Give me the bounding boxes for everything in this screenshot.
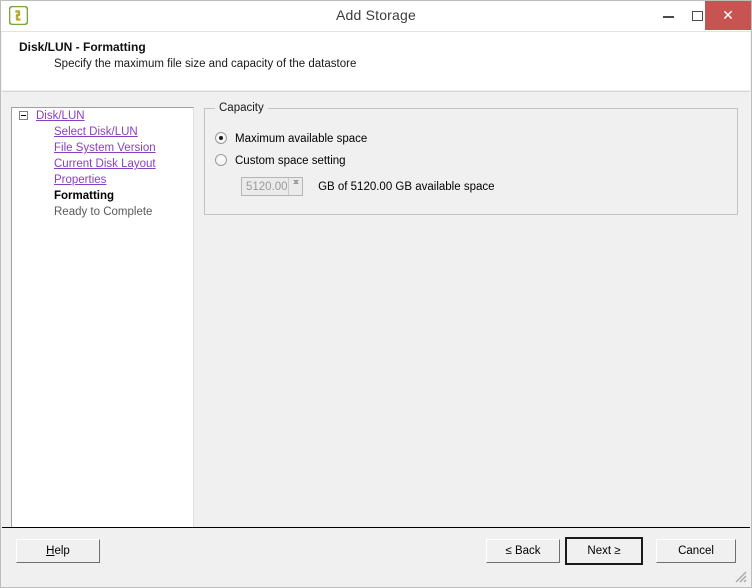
custom-space-row: 5120.00 GB of 5120.00 GB available space [241,177,495,196]
page-title: Disk/LUN - Formatting [19,40,146,54]
sidebar-item-ready-to-complete: Ready to Complete [12,204,193,220]
radio-indicator[interactable] [215,132,227,144]
sidebar-item-file-system-version[interactable]: File System Version [12,140,193,156]
chevron-down-icon [293,180,299,183]
page-subtitle: Specify the maximum file size and capaci… [54,58,357,70]
close-button[interactable]: ✕ [705,1,751,30]
sidebar-item-disk-lun[interactable]: Disk/LUN [12,108,193,124]
capacity-available-label: GB of 5120.00 GB available space [318,180,495,193]
sidebar-item-select-disk-lun[interactable]: Select Disk/LUN [12,124,193,140]
sidebar-item-label[interactable]: Select Disk/LUN [54,126,138,138]
close-icon: ✕ [722,7,734,23]
back-button[interactable]: ≤ Back [486,539,560,563]
collapse-box-icon[interactable] [19,111,28,120]
minimize-button[interactable] [654,1,683,30]
radio-custom-space-setting[interactable]: Custom space setting [215,154,346,167]
radio-maximum-available-space[interactable]: Maximum available space [215,132,367,145]
wizard-step-tree: Disk/LUN Select Disk/LUN File System Ver… [11,107,194,529]
maximize-icon [692,11,703,21]
radio-label: Custom space setting [235,155,346,167]
radio-indicator[interactable] [215,154,227,166]
add-storage-dialog: Add Storage ✕ Disk/LUN - Formatting Spec… [0,0,752,588]
dialog-footer: Help ≤ Back Next ≥ Cancel [2,528,750,586]
sidebar-item-label: Formatting [54,190,115,202]
title-bar: Add Storage ✕ [1,1,751,32]
minimize-icon [663,16,674,18]
capacity-spinner[interactable]: 5120.00 [241,177,303,196]
capacity-value: 5120.00 [246,181,288,193]
dialog-content: Disk/LUN Select Disk/LUN File System Ver… [2,92,750,529]
cancel-button[interactable]: Cancel [656,539,736,563]
next-button[interactable]: Next ≥ [565,537,643,565]
sidebar-item-label[interactable]: Disk/LUN [36,110,85,122]
radio-label: Maximum available space [235,133,368,145]
resize-grip-icon[interactable] [734,570,747,583]
sidebar-item-formatting: Formatting [12,188,193,204]
sidebar-item-label: Ready to Complete [54,206,153,218]
help-button[interactable]: Help [16,539,100,563]
capacity-groupbox: Capacity Maximum available space Custom … [204,102,738,215]
window-title: Add Storage [335,7,417,23]
sidebar-item-label[interactable]: Current Disk Layout [54,158,156,170]
sidebar-item-label[interactable]: File System Version [54,142,156,154]
help-label-rest: elp [54,545,70,557]
spinner-buttons [288,178,302,195]
sidebar-item-label[interactable]: Properties [54,174,106,186]
sidebar-item-current-disk-layout[interactable]: Current Disk Layout [12,156,193,172]
capacity-legend: Capacity [215,102,268,114]
wizard-header: Disk/LUN - Formatting Specify the maximu… [2,32,750,90]
sidebar-item-properties[interactable]: Properties [12,172,193,188]
